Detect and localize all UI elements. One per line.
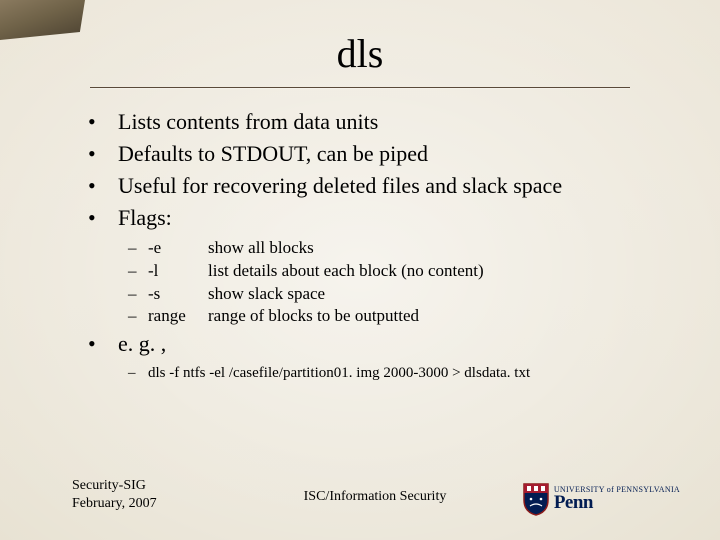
slide-title: dls: [0, 0, 720, 77]
sub-bullet-block: – -e show all blocks – -l list details a…: [128, 237, 680, 329]
bullet-text: Useful for recovering deleted files and …: [118, 172, 680, 200]
bullet-dot-icon: •: [88, 140, 118, 168]
sub-bullet-item: – -s show slack space: [128, 283, 680, 306]
bullet-text: Defaults to STDOUT, can be piped: [118, 140, 680, 168]
bullet-dot-icon: •: [88, 330, 118, 358]
flag-name: range: [148, 305, 208, 328]
bullet-item: • Useful for recovering deleted files an…: [88, 172, 680, 200]
penn-logo: UNIVERSITY of PENNSYLVANIA Penn: [522, 482, 680, 516]
slide-content: • Lists contents from data units • Defau…: [88, 108, 680, 385]
dash-icon: –: [128, 363, 148, 383]
bullet-dot-icon: •: [88, 204, 118, 232]
dash-icon: –: [128, 283, 148, 306]
flag-name: -l: [148, 260, 208, 283]
slide: dls • Lists contents from data units • D…: [0, 0, 720, 540]
flag-description: show slack space: [208, 283, 680, 306]
bullet-dot-icon: •: [88, 108, 118, 136]
flag-name: -e: [148, 237, 208, 260]
penn-logo-text: UNIVERSITY of PENNSYLVANIA Penn: [554, 486, 680, 512]
sub-bullet-block: – dls -f ntfs -el /casefile/partition01.…: [128, 363, 680, 383]
title-divider: [90, 87, 630, 88]
logo-penn: Penn: [554, 494, 680, 512]
dash-icon: –: [128, 305, 148, 328]
footer-center-text: ISC/Information Security: [304, 489, 447, 505]
shield-icon: [522, 482, 550, 516]
bullet-item: • Defaults to STDOUT, can be piped: [88, 140, 680, 168]
bullet-text: Flags:: [118, 204, 680, 232]
bullet-text: Lists contents from data units: [118, 108, 680, 136]
sub-bullet-item: – -e show all blocks: [128, 237, 680, 260]
example-command: dls -f ntfs -el /casefile/partition01. i…: [148, 363, 680, 383]
sub-bullet-item: – range range of blocks to be outputted: [128, 305, 680, 328]
dash-icon: –: [128, 260, 148, 283]
flag-name: -s: [148, 283, 208, 306]
flag-description: list details about each block (no conten…: [208, 260, 680, 283]
dash-icon: –: [128, 237, 148, 260]
bullet-text: e. g. ,: [118, 330, 680, 358]
sub-bullet-item: – -l list details about each block (no c…: [128, 260, 680, 283]
bullet-dot-icon: •: [88, 172, 118, 200]
flag-description: range of blocks to be outputted: [208, 305, 680, 328]
bullet-item: • e. g. ,: [88, 330, 680, 358]
bullet-item: • Flags:: [88, 204, 680, 232]
sub-bullet-item: – dls -f ntfs -el /casefile/partition01.…: [128, 363, 680, 383]
flag-description: show all blocks: [208, 237, 680, 260]
bullet-item: • Lists contents from data units: [88, 108, 680, 136]
